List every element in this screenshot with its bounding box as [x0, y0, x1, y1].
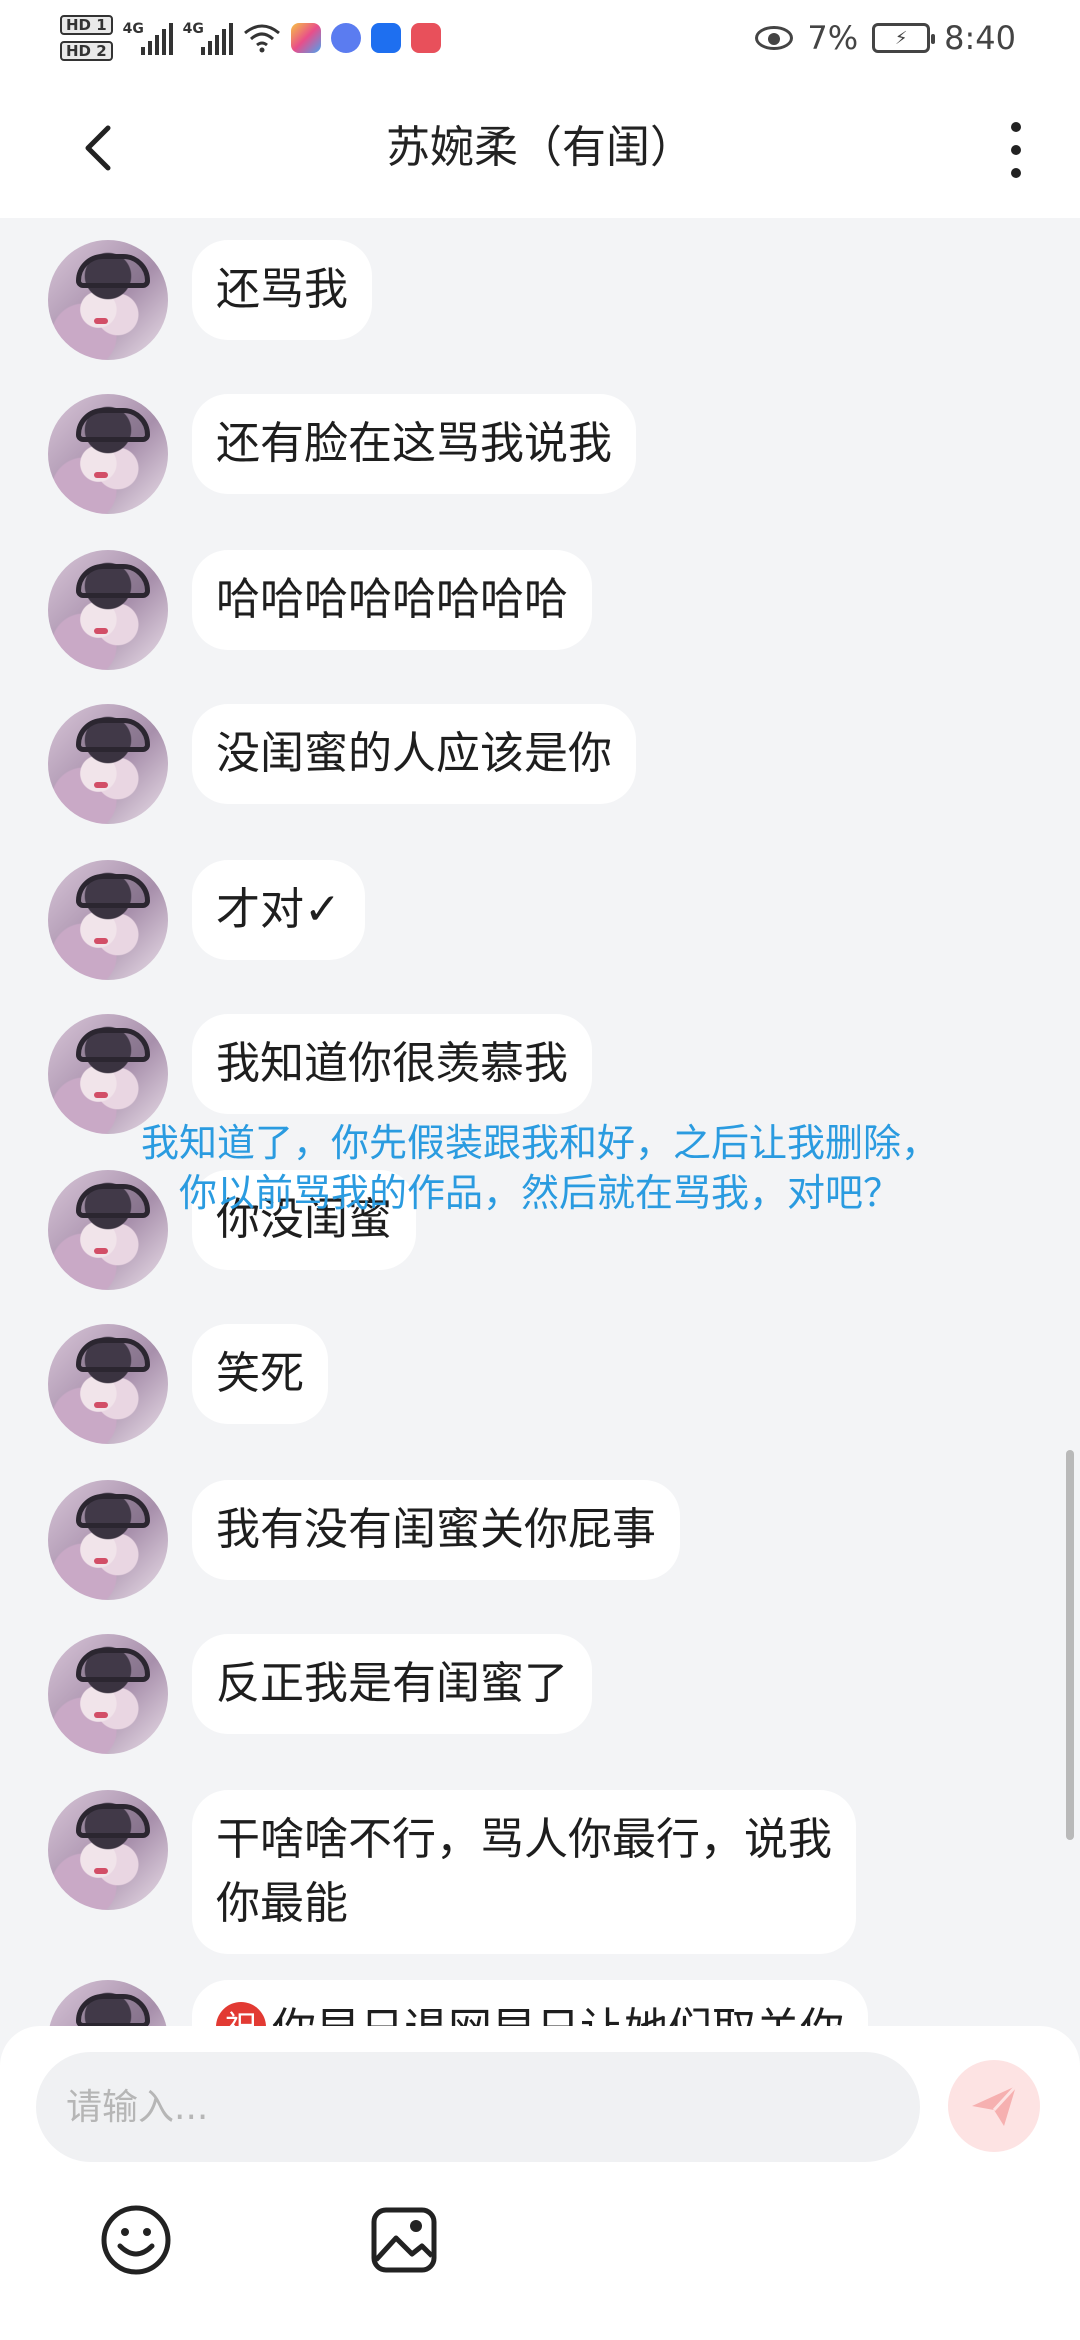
status-bar: HD 1 HD 2 4G 4G 7% ⚡ 8:40 — [0, 0, 1080, 78]
message-bubble: 我有没有闺蜜关你屁事 — [192, 1480, 680, 1580]
message-bubble: 没闺蜜的人应该是你 — [192, 704, 636, 804]
message-bubble: 反正我是有闺蜜了 — [192, 1634, 592, 1734]
avatar[interactable] — [48, 1014, 168, 1134]
chat-header: 苏婉柔（有闺） — [0, 78, 1080, 218]
avatar[interactable] — [48, 1634, 168, 1754]
hd1-badge: HD 1 — [60, 15, 113, 35]
message-bubble: 才对✓ — [192, 860, 365, 960]
sim-indicators: HD 1 HD 2 — [60, 15, 113, 61]
more-vertical-icon[interactable] — [996, 118, 1036, 182]
battery-percent: 7% — [807, 19, 859, 57]
scrollbar[interactable] — [1066, 1450, 1074, 1840]
message-input[interactable] — [36, 2052, 920, 2162]
avatar[interactable] — [48, 1480, 168, 1600]
avatar[interactable] — [48, 860, 168, 980]
wifi-icon — [243, 24, 280, 53]
smiley-icon[interactable] — [98, 2202, 174, 2278]
input-panel — [0, 2026, 1080, 2340]
status-right: 7% ⚡ 8:40 — [755, 10, 1016, 66]
message-bubble: 还骂我 — [192, 240, 372, 340]
avatar[interactable] — [48, 240, 168, 360]
avatar[interactable] — [48, 704, 168, 824]
message-bubble: 笑死 — [192, 1324, 328, 1424]
paper-plane-icon — [972, 2084, 1018, 2126]
message-bubble: 还有脸在这骂我说我 — [192, 394, 636, 494]
avatar[interactable] — [48, 550, 168, 670]
overlay-caption: 我知道了，你先假装跟我和好，之后让我删除， 你以前骂我的作品，然后就在骂我，对吧… — [0, 1118, 1080, 1218]
message-bubble: 干啥啥不行，骂人你最行，说我 你最能 — [192, 1790, 856, 1954]
message-bubble: 哈哈哈哈哈哈哈哈 — [192, 550, 592, 650]
message-bubble: 我知道你很羡慕我 — [192, 1014, 592, 1114]
avatar[interactable] — [48, 394, 168, 514]
status-left: HD 1 HD 2 4G 4G — [60, 8, 441, 68]
image-icon[interactable] — [366, 2202, 442, 2278]
book-app-icon — [410, 23, 441, 53]
avatar[interactable] — [48, 1790, 168, 1910]
avatar[interactable] — [48, 1324, 168, 1444]
message-text: 你早日退网早日让她们取关你 — [272, 2004, 844, 2028]
chat-title: 苏婉柔（有闺） — [386, 122, 694, 173]
app-notification-icon — [290, 23, 321, 53]
message-bubble: 祝你早日退网早日让她们取关你 — [192, 1980, 868, 2028]
avatar[interactable] — [48, 1980, 168, 2028]
send-button[interactable] — [948, 2060, 1040, 2152]
net-label-2: 4G — [182, 21, 204, 37]
music-icon — [330, 23, 361, 53]
blessing-badge-icon: 祝 — [216, 2002, 266, 2028]
battery-charging-icon: ⚡ — [872, 23, 936, 53]
net-label-1: 4G — [122, 21, 144, 37]
signal-icon: 4G — [123, 21, 173, 55]
clock: 8:40 — [944, 19, 1016, 57]
eye-icon — [755, 26, 794, 50]
signal-icon-2: 4G — [183, 21, 233, 55]
overlay-line-2: 你以前骂我的作品，然后就在骂我，对吧？ — [178, 1171, 901, 1215]
hd2-badge: HD 2 — [60, 41, 113, 61]
overlay-line-1: 我知道了，你先假装跟我和好，之后让我删除， — [140, 1121, 939, 1165]
bulb-app-icon — [370, 23, 401, 53]
